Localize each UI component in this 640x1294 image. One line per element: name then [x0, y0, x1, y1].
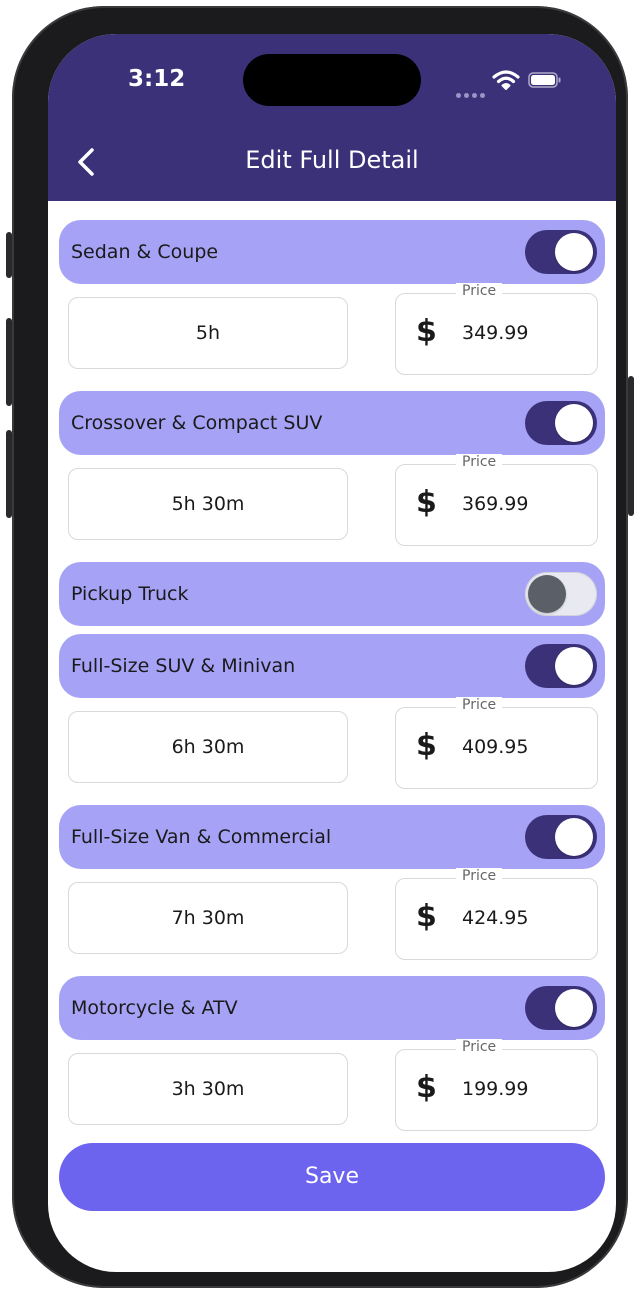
dollar-icon: $: [416, 1070, 437, 1105]
duration-selector[interactable]: 5h 30m: [68, 468, 348, 540]
duration-value: 5h 30m: [171, 493, 245, 515]
category-header-crossover-compact-suv: Crossover & Compact SUV: [59, 391, 605, 455]
page-title: Edit Full Detail: [245, 146, 419, 174]
toggle-knob: [555, 989, 593, 1027]
dynamic-island: [243, 54, 421, 106]
price-value: 409.95: [462, 736, 529, 758]
category-toggle[interactable]: [525, 815, 597, 859]
signal-icon: [456, 83, 488, 102]
duration-value: 7h 30m: [171, 907, 245, 929]
category-header-motorcycle-atv: Motorcycle & ATV: [59, 976, 605, 1040]
price-input[interactable]: Price $ 424.95: [395, 868, 598, 960]
duration-selector[interactable]: 6h 30m: [68, 711, 348, 783]
status-time: 3:12: [128, 66, 186, 92]
price-label: Price: [456, 697, 503, 713]
power-button: [628, 376, 634, 516]
wifi-icon: [492, 70, 520, 90]
volume-up-button: [6, 318, 12, 406]
toggle-knob: [555, 818, 593, 856]
save-button[interactable]: Save: [59, 1143, 605, 1211]
volume-down-button: [6, 430, 12, 518]
category-name: Crossover & Compact SUV: [71, 412, 323, 434]
price-value: 369.99: [462, 493, 529, 515]
app-screen: 3:12 Edit Full Detail Sedan & Coupe 5h P…: [48, 34, 616, 1272]
price-input[interactable]: Price $ 349.99: [395, 283, 598, 375]
toggle-knob: [555, 233, 593, 271]
dollar-icon: $: [416, 728, 437, 763]
toggle-knob: [555, 404, 593, 442]
dollar-icon: $: [416, 314, 437, 349]
duration-value: 6h 30m: [171, 736, 245, 758]
price-label: Price: [456, 868, 503, 884]
category-name: Motorcycle & ATV: [71, 997, 238, 1019]
price-label: Price: [456, 454, 503, 470]
price-input[interactable]: Price $ 409.95: [395, 697, 598, 789]
action-button: [6, 232, 12, 278]
price-value: 349.99: [462, 322, 529, 344]
toggle-knob: [528, 575, 566, 613]
duration-value: 5h: [195, 322, 221, 344]
price-input[interactable]: Price $ 199.99: [395, 1039, 598, 1131]
category-toggle[interactable]: [525, 572, 597, 616]
category-header-full-size-van-commercial: Full-Size Van & Commercial: [59, 805, 605, 869]
category-toggle[interactable]: [525, 230, 597, 274]
category-toggle[interactable]: [525, 986, 597, 1030]
battery-icon: [528, 72, 561, 88]
category-name: Sedan & Coupe: [71, 241, 219, 263]
duration-selector[interactable]: 7h 30m: [68, 882, 348, 954]
category-toggle[interactable]: [525, 401, 597, 445]
category-name: Pickup Truck: [71, 583, 189, 605]
category-header-full-size-suv-minivan: Full-Size SUV & Minivan: [59, 634, 605, 698]
price-value: 199.99: [462, 1078, 529, 1100]
dollar-icon: $: [416, 485, 437, 520]
category-header-pickup-truck: Pickup Truck: [59, 562, 605, 626]
category-toggle[interactable]: [525, 644, 597, 688]
duration-value: 3h 30m: [171, 1078, 245, 1100]
category-name: Full-Size SUV & Minivan: [71, 655, 296, 677]
toggle-knob: [555, 647, 593, 685]
price-label: Price: [456, 283, 503, 299]
dollar-icon: $: [416, 899, 437, 934]
duration-selector[interactable]: 5h: [68, 297, 348, 369]
price-input[interactable]: Price $ 369.99: [395, 454, 598, 546]
phone-frame: 3:12 Edit Full Detail Sedan & Coupe 5h P…: [6, 6, 634, 1288]
category-name: Full-Size Van & Commercial: [71, 826, 332, 848]
app-header: 3:12 Edit Full Detail: [48, 34, 616, 201]
price-label: Price: [456, 1039, 503, 1055]
duration-selector[interactable]: 3h 30m: [68, 1053, 348, 1125]
category-header-sedan-coupe: Sedan & Coupe: [59, 220, 605, 284]
price-value: 424.95: [462, 907, 529, 929]
